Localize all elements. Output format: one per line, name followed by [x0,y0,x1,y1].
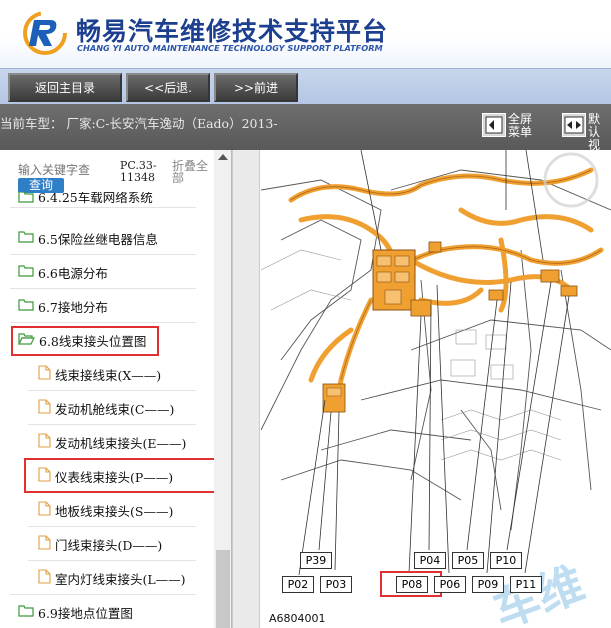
highlight-box [24,458,218,493]
fullscreen-icon [482,113,506,137]
tree-item-label: 发动机舱线束(C——) [55,401,175,417]
scrollbar-thumb[interactable] [216,550,230,628]
collapse-all-link[interactable]: 折叠全部 [172,160,212,184]
fullscreen-menu-button[interactable]: 全屏 菜单 [482,113,532,139]
tree-item-label: 地板线束接头(S——) [55,503,174,519]
tree-item-label: 门线束接头(D——) [55,537,163,553]
tree-item-6-5[interactable]: 6.5保险丝继电器信息 [18,224,158,252]
tree-item-label: 发动机线束接头(E——) [55,435,187,451]
panel-splitter[interactable] [232,150,260,628]
divider [10,254,196,255]
tree-item-s[interactable]: 地板线束接头(S——) [38,496,173,524]
tree-item-label: 室内灯线束接头(L——) [55,571,186,587]
query-button[interactable]: 查询 [18,178,64,193]
default-view-icon [562,113,586,137]
tree-item-x[interactable]: 线束接线束(X——) [38,360,161,388]
document-icon [38,569,51,587]
folder-icon [18,230,34,246]
tree-item-label: 6.9接地点位置图 [38,605,133,621]
folder-icon [18,192,34,206]
connector-label-p39[interactable]: P39 [300,552,332,569]
current-vehicle-label: 当前车型： 厂家:C-长安汽车逸动（Eado）2013- [0,116,278,131]
tree-item-label: 6.5保险丝继电器信息 [38,231,158,247]
sidebar-scrollbar[interactable] [214,150,231,628]
document-icon [38,433,51,451]
tree-item-label: 6.6电源分布 [38,265,108,281]
tree-item-6-7[interactable]: 6.7接地分布 [18,292,108,320]
connector-label-p05[interactable]: P05 [452,552,484,569]
tree-item-6-4-25[interactable]: 6.4.25车载网络系统 [18,192,153,206]
tree-item-label: 6.7接地分布 [38,299,108,315]
default-view-label-1: 默认 [588,112,601,139]
tree-item-6-9[interactable]: 6.9接地点位置图 [18,598,133,626]
connector-label-p11[interactable]: P11 [510,576,542,593]
pc-code-label: PC.33-11348 [120,159,157,184]
folder-icon [18,264,34,280]
document-icon [38,501,51,519]
document-icon [38,365,51,383]
forward-button[interactable]: >>前进 [214,73,298,102]
tree-item-d[interactable]: 门线束接头(D——) [38,530,162,558]
divider [28,390,196,391]
tree-item-l[interactable]: 室内灯线束接头(L——) [38,564,186,592]
connector-label-p02[interactable]: P02 [282,576,314,593]
divider [28,560,196,561]
nav-bar: 返回主目录 <<后退. >>前进 [0,68,611,104]
divider [28,424,196,425]
tree-item-6-6[interactable]: 6.6电源分布 [18,258,108,286]
sidebar: 查询 PC.33-11348 折叠全部 6.4.25车载网络系统 6.5保险丝继… [0,150,232,628]
tree-item-label: 线束接线束(X——) [55,367,162,383]
wiring-diagram: 车维 P39 P02 P03 P08 P04 P06 P05 P09 P10 P… [261,150,611,628]
folder-icon [18,604,34,620]
fullscreen-label-2: 菜单 [508,125,533,139]
divider [10,594,196,595]
highlight-box [11,326,159,356]
home-button[interactable]: 返回主目录 [8,73,122,102]
connector-label-p10[interactable]: P10 [490,552,522,569]
divider [10,207,196,208]
divider [10,288,196,289]
folder-icon [18,298,34,314]
divider [28,526,196,527]
connector-label-p04[interactable]: P04 [414,552,446,569]
app-subtitle: CHANG YI AUTO MAINTENANCE TECHNOLOGY SUP… [77,43,383,53]
document-icon [38,399,51,417]
keyword-input[interactable] [18,162,114,178]
connector-label-p06[interactable]: P06 [434,576,466,593]
vehicle-bar: 当前车型： 厂家:C-长安汽车逸动（Eado）2013- 全屏 菜单 默认 视图 [0,104,611,165]
logo-icon [23,11,67,55]
scroll-up-arrow-icon[interactable] [218,154,228,160]
app-header: 畅易汽车维修技术支持平台 CHANG YI AUTO MAINTENANCE T… [0,0,611,68]
highlight-box [380,571,442,597]
search-area: 查询 PC.33-11348 折叠全部 [0,150,214,196]
tree-item-e[interactable]: 发动机线束接头(E——) [38,428,186,456]
document-icon [38,535,51,553]
divider [10,322,196,323]
connector-label-p09[interactable]: P09 [472,576,504,593]
connector-label-p03[interactable]: P03 [320,576,352,593]
tree-item-c[interactable]: 发动机舱线束(C——) [38,394,174,422]
figure-id: A6804001 [269,612,326,625]
tree-item-label: 6.4.25车载网络系统 [38,192,153,205]
back-button[interactable]: <<后退. [126,73,210,102]
